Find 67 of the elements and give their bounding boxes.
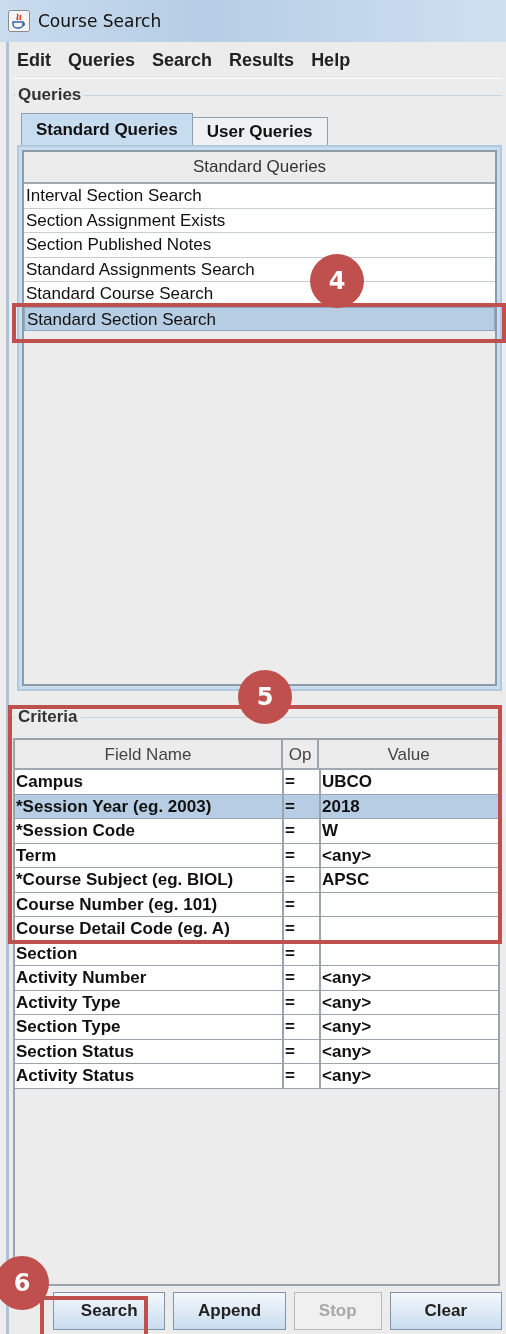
field-value: APSC: [322, 870, 370, 889]
field-value: <any>: [322, 1041, 372, 1061]
operator: =: [285, 992, 295, 1012]
criteria-row[interactable]: Campus = UBCO: [15, 770, 498, 795]
menu-item[interactable]: Search: [152, 49, 213, 71]
operator: =: [285, 796, 295, 816]
criteria-row[interactable]: Course Number (eg. 101) =: [15, 892, 498, 917]
field-name: Activity Status: [16, 1066, 135, 1085]
criteria-row[interactable]: Section Status = <any>: [15, 1039, 498, 1064]
column-header: Op: [283, 740, 319, 768]
field-name: Course Number (eg. 101): [16, 894, 218, 914]
field-name: Activity Type: [16, 992, 121, 1012]
field-value: W: [322, 821, 339, 840]
criteria-row[interactable]: Section Type = <any>: [15, 1015, 498, 1040]
group-title: Queries: [15, 85, 85, 105]
field-name: Course Detail Code (eg. A): [16, 919, 230, 938]
menu-item[interactable]: Edit: [17, 49, 51, 71]
action-button[interactable]: Clear: [389, 1292, 502, 1330]
operator: =: [285, 821, 295, 840]
field-value: <any>: [322, 1066, 372, 1085]
action-button[interactable]: Append: [173, 1292, 286, 1330]
field-name: Section: [16, 943, 78, 963]
field-name: *Session Year (eg. 2003): [16, 796, 212, 816]
field-name: Term: [16, 845, 57, 865]
operator: =: [285, 1017, 295, 1036]
menu-item[interactable]: Queries: [68, 49, 136, 71]
tab[interactable]: User Queries: [191, 117, 328, 145]
criteria-row[interactable]: *Course Subject (eg. BIOL) = APSC: [15, 868, 498, 893]
column-header: Field Name: [15, 740, 283, 768]
criteria-row[interactable]: *Session Code = W: [15, 819, 498, 844]
field-name: Section Status: [16, 1041, 135, 1061]
operator: =: [285, 845, 295, 865]
criteria-row[interactable]: Activity Type = <any>: [15, 990, 498, 1015]
menu-item[interactable]: Results: [229, 49, 295, 71]
criteria-row[interactable]: *Session Year (eg. 2003) = 2018: [15, 794, 498, 819]
field-name: *Course Subject (eg. BIOL): [16, 870, 234, 889]
field-name: Campus: [16, 772, 84, 791]
menu-item[interactable]: Help: [311, 49, 351, 71]
field-name: Section Type: [16, 1017, 121, 1036]
query-item[interactable]: Section Assignment Exists: [24, 208, 495, 233]
query-item[interactable]: Standard Section Search: [24, 306, 495, 331]
operator: =: [285, 772, 295, 791]
operator: =: [285, 943, 295, 963]
operator: =: [285, 1041, 295, 1061]
operator: =: [285, 870, 295, 889]
field-value: <any>: [322, 1017, 372, 1036]
field-value: <any>: [322, 992, 372, 1012]
criteria-row[interactable]: Activity Number = <any>: [15, 966, 498, 991]
operator: =: [285, 968, 295, 987]
field-value: <any>: [322, 968, 372, 987]
query-item[interactable]: Section Published Notes: [24, 233, 495, 258]
criteria-row[interactable]: Term = <any>: [15, 843, 498, 868]
field-value: UBCO: [322, 772, 373, 791]
operator: =: [285, 894, 295, 914]
tab[interactable]: Standard Queries: [21, 113, 193, 145]
criteria-row[interactable]: Activity Status = <any>: [15, 1064, 498, 1089]
field-value: 2018: [322, 796, 360, 816]
cup-icon: [8, 10, 30, 32]
window-title: Course Search: [38, 11, 162, 31]
operator: =: [285, 1066, 295, 1085]
operator: =: [285, 919, 295, 938]
field-name: *Session Code: [16, 821, 136, 840]
field-name: Activity Number: [16, 968, 147, 987]
field-value: <any>: [322, 845, 372, 865]
column-header: Value: [386, 744, 431, 766]
criteria-row[interactable]: Course Detail Code (eg. A) =: [15, 917, 498, 942]
query-item[interactable]: Interval Section Search: [24, 184, 495, 209]
